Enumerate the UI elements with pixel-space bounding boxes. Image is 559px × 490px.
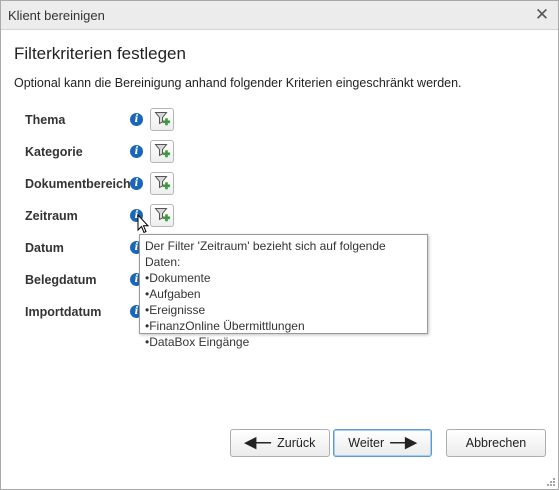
criteria-label: Belegdatum <box>25 273 97 287</box>
filter-add-icon <box>154 144 170 158</box>
next-button[interactable]: Weiter —▶ <box>333 429 432 457</box>
page-title: Filterkriterien festlegen <box>14 44 186 63</box>
mouse-cursor-icon <box>137 214 149 234</box>
add-filter-button[interactable] <box>150 172 174 195</box>
filter-add-icon <box>154 112 170 126</box>
page-description: Optional kann die Bereinigung anhand fol… <box>14 76 462 90</box>
cancel-button-label: Abbrechen <box>465 436 527 450</box>
add-filter-button[interactable] <box>150 204 174 227</box>
criteria-label: Kategorie <box>25 145 83 159</box>
zeitraum-tooltip: Der Filter 'Zeitraum' bezieht sich auf f… <box>139 234 428 349</box>
criteria-row: Dokumentbereich i <box>1 172 558 196</box>
arrow-right-icon: —▶ <box>390 434 417 451</box>
criteria-label: Datum <box>25 241 64 255</box>
back-button[interactable]: ◀— Zurück <box>230 429 330 457</box>
dialog-window: Klient bereinigen ✕ Filterkriterien fest… <box>0 0 559 490</box>
arrow-left-icon: ◀— <box>244 434 272 451</box>
add-filter-button[interactable] <box>150 108 174 131</box>
filter-add-icon <box>154 176 170 190</box>
tooltip-item: Dokumente <box>145 270 422 286</box>
info-icon[interactable]: i <box>130 177 143 190</box>
criteria-label: Zeitraum <box>25 209 78 223</box>
info-icon[interactable]: i <box>130 113 143 126</box>
criteria-label: Dokumentbereich <box>25 177 131 191</box>
back-button-label: Zurück <box>277 436 316 450</box>
tooltip-item: FinanzOnline Übermittlungen <box>145 318 422 334</box>
add-filter-button[interactable] <box>150 140 174 163</box>
tooltip-list: Dokumente Aufgaben Ereignisse FinanzOnli… <box>145 270 422 350</box>
title-bar: Klient bereinigen ✕ <box>1 1 558 30</box>
tooltip-header: Der Filter 'Zeitraum' bezieht sich auf f… <box>145 239 386 269</box>
tooltip-item: Aufgaben <box>145 286 422 302</box>
criteria-row: Kategorie i <box>1 140 558 164</box>
window-title: Klient bereinigen <box>8 8 105 23</box>
criteria-label: Importdatum <box>25 305 102 319</box>
next-button-label: Weiter <box>348 436 385 450</box>
criteria-row: Thema i <box>1 108 558 132</box>
info-icon[interactable]: i <box>130 145 143 158</box>
criteria-label: Thema <box>25 113 66 127</box>
close-icon[interactable]: ✕ <box>532 5 552 25</box>
criteria-row: Zeitraum i <box>1 204 558 228</box>
tooltip-item: DataBox Eingänge <box>145 334 422 350</box>
filter-add-icon <box>154 208 170 222</box>
resize-grip-icon[interactable] <box>546 477 556 487</box>
tooltip-item: Ereignisse <box>145 302 422 318</box>
cancel-button[interactable]: Abbrechen <box>446 429 546 457</box>
